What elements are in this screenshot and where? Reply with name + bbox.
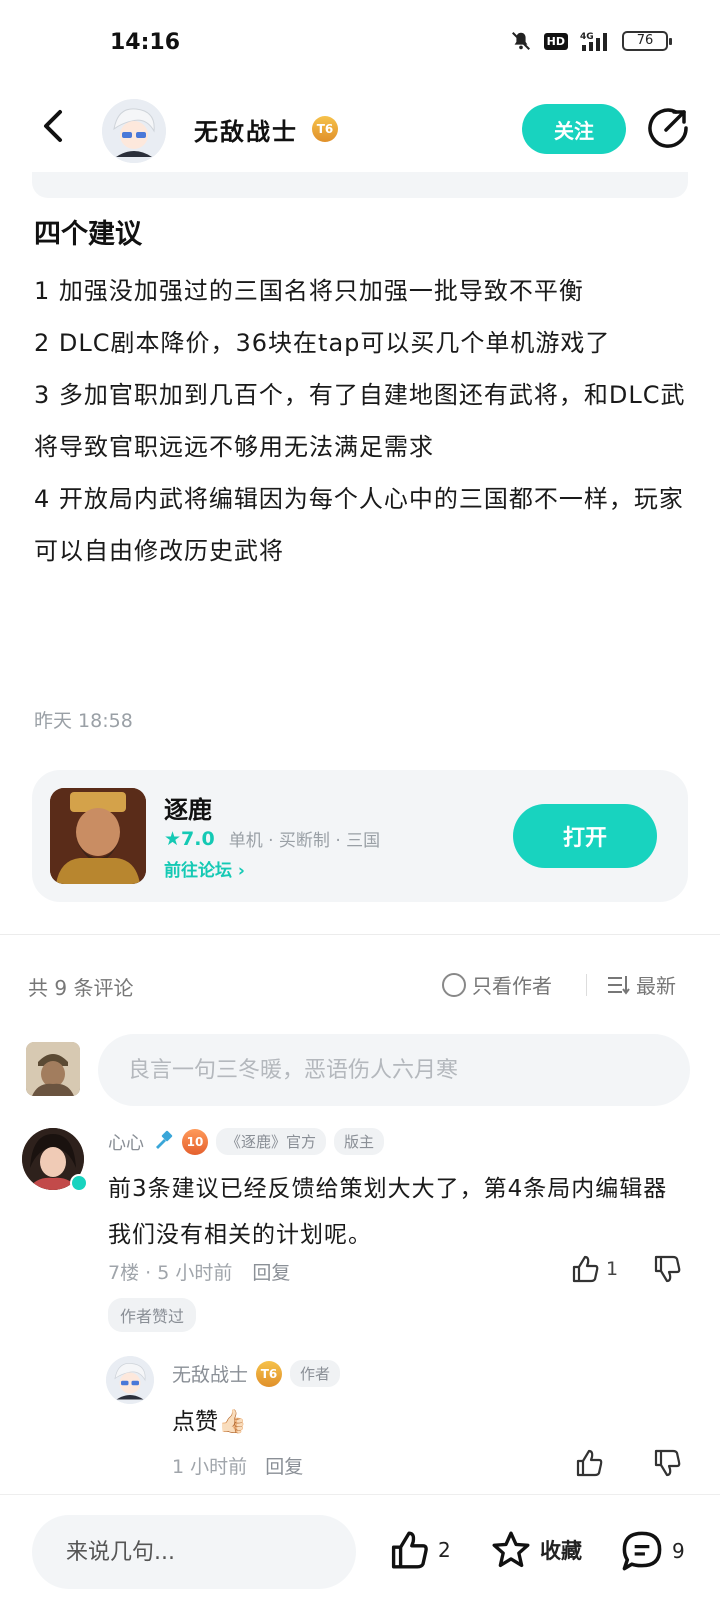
battery-icon: 76 — [622, 31, 672, 51]
comment-text: 前3条建议已经反馈给策划大大了，第4条局内编辑器我们没有相关的计划呢。 — [108, 1176, 668, 1248]
game-meta: ★7.0 单机 · 买断制 · 三国 — [164, 826, 381, 852]
comment-bubble-icon — [622, 1531, 662, 1571]
section-divider — [0, 934, 720, 935]
open-game-button[interactable]: 打开 — [513, 804, 657, 868]
post-paragraph: 4 开放局内武将编辑因为每个人心中的三国都不一样，玩家可以自由修改历史武将 — [34, 485, 684, 565]
post-content: 四个建议 1 加强没加强过的三国名将只加强一批导致不平衡 2 DLC剧本降价，3… — [34, 212, 694, 577]
game-rating: ★7.0 — [164, 827, 215, 850]
moderator-tag: 版主 — [334, 1128, 385, 1155]
toolbar-separator — [586, 974, 587, 996]
collapsed-header-strip — [32, 172, 688, 198]
share-button[interactable] — [646, 106, 690, 150]
signal-icon: 4G — [580, 30, 610, 52]
comment-time: 5 小时前 — [157, 1262, 233, 1284]
game-card[interactable]: 逐鹿 ★7.0 单机 · 买断制 · 三国 前往论坛 › 打开 — [32, 770, 688, 902]
official-tag: 《逐鹿》官方 — [216, 1128, 327, 1155]
author-level-badge: T6 — [312, 116, 338, 142]
comment-header: 心心 10 《逐鹿》官方 版主 — [108, 1128, 385, 1155]
game-tags: 单机 · 买断制 · 三国 — [228, 831, 381, 851]
comment-count: 共 9 条评论 — [28, 976, 134, 1000]
back-arrow-icon — [44, 110, 62, 142]
post-title: 四个建议 — [34, 219, 142, 250]
comment-total: 9 — [672, 1539, 685, 1563]
author-name[interactable]: 无敌战士 — [194, 112, 298, 147]
hd-icon: HD — [543, 32, 568, 50]
reply-author-level-badge: T6 — [256, 1360, 283, 1387]
reply-author-avatar[interactable] — [106, 1356, 154, 1404]
reply-author-name[interactable]: 无敌战士 — [172, 1360, 248, 1387]
commenter-level-badge: 10 — [182, 1128, 208, 1155]
comment-input[interactable] — [98, 1034, 690, 1106]
comment-like-button[interactable]: 1 — [570, 1254, 618, 1284]
mute-bell-icon — [510, 30, 532, 52]
top-nav: 无敌战士 T6 关注 — [0, 92, 720, 172]
verified-icon — [70, 1174, 88, 1192]
bottom-action-bar: 2 收藏 9 — [0, 1494, 720, 1612]
forum-link[interactable]: 前往论坛 › — [164, 856, 245, 881]
comments-button[interactable]: 9 — [620, 1529, 685, 1573]
official-tool-icon — [152, 1129, 174, 1155]
commenter-name[interactable]: 心心 — [108, 1129, 144, 1155]
thumbs-up-icon — [576, 1449, 603, 1477]
status-bar: 14:16 HD 4G 76 — [0, 0, 720, 90]
author-avatar[interactable] — [102, 99, 166, 163]
thumbs-up-icon — [391, 1531, 428, 1569]
thumbs-down-icon — [654, 1449, 681, 1477]
post-like-count: 2 — [438, 1538, 451, 1562]
reply-dislike-button[interactable] — [652, 1448, 682, 1482]
sort-icon — [608, 975, 630, 995]
reply-text: 点赞👍🏻 — [172, 1409, 247, 1435]
comment-like-count: 1 — [606, 1258, 619, 1280]
author-only-toggle[interactable]: 只看作者 — [442, 970, 552, 999]
radio-icon[interactable] — [442, 972, 466, 997]
reply-reply-button[interactable]: 回复 — [265, 1456, 303, 1478]
thumbs-up-icon — [572, 1255, 599, 1283]
star-icon — [492, 1531, 530, 1568]
share-icon — [648, 108, 688, 148]
post-paragraph: 2 DLC剧本降价，36块在tap可以买几个单机游戏了 — [34, 329, 611, 357]
favorite-button[interactable]: 收藏 — [490, 1529, 582, 1571]
author-tag: 作者 — [290, 1360, 341, 1387]
thumbs-down-icon — [654, 1255, 681, 1283]
follow-button[interactable]: 关注 — [522, 104, 626, 154]
sort-button[interactable]: 最新 — [606, 970, 676, 999]
status-time: 14:16 — [110, 30, 181, 55]
my-avatar — [26, 1042, 80, 1096]
reply-button[interactable]: 回复 — [252, 1262, 290, 1284]
compose-row — [26, 1034, 690, 1108]
favorite-label: 收藏 — [540, 1539, 582, 1563]
sort-label: 最新 — [636, 974, 676, 998]
author-liked-badge: 作者赞过 — [108, 1298, 197, 1332]
post-like-button[interactable]: 2 — [388, 1529, 451, 1571]
game-name[interactable]: 逐鹿 — [164, 790, 212, 825]
reply-meta: 1 小时前 回复 — [172, 1452, 303, 1479]
reply-header: 无敌战士 T6 作者 — [172, 1360, 341, 1387]
meta-dot: · — [145, 1262, 158, 1284]
comment-meta: 7楼 · 5 小时前 回复 — [108, 1258, 290, 1285]
reply-like-button[interactable] — [574, 1448, 604, 1482]
post-paragraph: 1 加强没加强过的三国名将只加强一批导致不平衡 — [34, 277, 584, 305]
back-button[interactable] — [34, 106, 74, 146]
comment-floor: 7楼 — [108, 1262, 140, 1284]
comments-toolbar: 共 9 条评论 只看作者 最新 — [28, 966, 692, 1006]
reply-time: 1 小时前 — [172, 1456, 248, 1478]
quick-comment-input[interactable] — [32, 1515, 356, 1589]
game-cover-image[interactable] — [50, 788, 146, 884]
post-body: 1 加强没加强过的三国名将只加强一批导致不平衡 2 DLC剧本降价，36块在ta… — [34, 265, 694, 577]
status-icons: HD 4G 76 — [510, 30, 672, 52]
post-time: 昨天 18:58 — [34, 710, 133, 732]
network-type-label: 4G — [580, 32, 594, 42]
comment-dislike-button[interactable] — [652, 1254, 682, 1288]
post-paragraph: 3 多加官职加到几百个，有了自建地图还有武将，和DLC武将导致官职远远不够用无法… — [34, 381, 686, 461]
author-only-label: 只看作者 — [472, 974, 552, 998]
